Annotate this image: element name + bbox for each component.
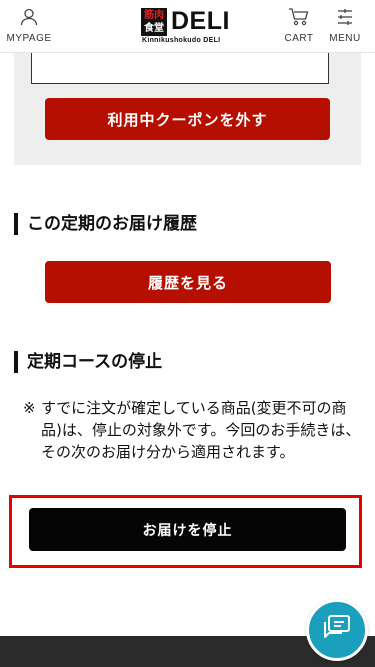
history-section-title: この定期のお届け履歴: [14, 213, 197, 235]
cart-button[interactable]: CART: [284, 8, 314, 44]
coupon-input[interactable]: [31, 53, 329, 84]
logo-mark: 筋肉 食堂: [141, 8, 167, 36]
note-text: すでに注文が確定している商品(変更不可の商品)は、停止の対象外です。今回のお手続…: [41, 399, 361, 461]
menu-label: MENU: [329, 33, 361, 44]
logo-box-top: 筋肉: [144, 10, 164, 21]
cart-label: CART: [284, 33, 314, 44]
logo-box-bottom: 食堂: [144, 23, 164, 34]
chat-button[interactable]: [306, 599, 368, 661]
menu-button[interactable]: MENU: [327, 8, 363, 44]
menu-icon: [336, 8, 354, 30]
mypage-button[interactable]: MYPAGE: [6, 8, 52, 44]
user-icon: [20, 8, 38, 30]
note-mark: ※: [23, 399, 36, 417]
logo-main-text: DELI: [171, 7, 230, 35]
site-header: MYPAGE 筋肉 食堂 DELI Kinnikushokudo DELI CA…: [0, 0, 375, 53]
site-logo[interactable]: 筋肉 食堂 DELI Kinnikushokudo DELI: [141, 7, 236, 47]
stop-delivery-button[interactable]: お届けを停止: [29, 508, 346, 551]
stop-note: ※ すでに注文が確定している商品(変更不可の商品)は、停止の対象外です。今回のお…: [23, 397, 363, 463]
cart-icon: [288, 8, 310, 30]
stop-section-title: 定期コースの停止: [14, 351, 162, 373]
mypage-label: MYPAGE: [6, 33, 52, 44]
logo-subtitle: Kinnikushokudo DELI: [142, 37, 221, 44]
view-history-button[interactable]: 履歴を見る: [45, 261, 331, 303]
chat-icon: [322, 613, 352, 647]
remove-coupon-button[interactable]: 利用中クーポンを外す: [45, 98, 330, 140]
